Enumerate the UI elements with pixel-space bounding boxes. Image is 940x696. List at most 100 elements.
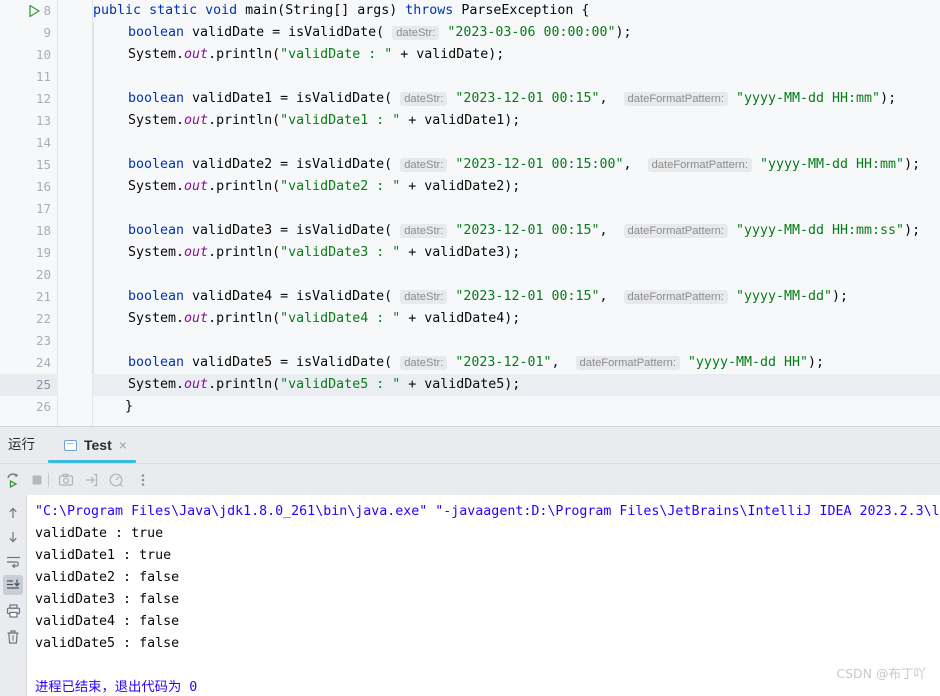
console-output[interactable]: "C:\Program Files\Java\jdk1.8.0_261\bin\… bbox=[26, 495, 940, 696]
code-token: out bbox=[184, 179, 209, 194]
code-line[interactable]: System.out.println("validDate : " + vali… bbox=[93, 44, 940, 66]
editor-line-number[interactable]: 24 bbox=[0, 352, 57, 374]
code-line[interactable]: System.out.println("validDate4 : " + val… bbox=[93, 308, 940, 330]
editor-line-number[interactable]: 9 bbox=[0, 22, 57, 44]
scroll-down-button[interactable] bbox=[3, 527, 23, 547]
code-token: out bbox=[184, 113, 209, 128]
editor-line-number[interactable]: 23 bbox=[0, 330, 57, 352]
code-line[interactable]: boolean validDate3 = isValidDate( dateSt… bbox=[93, 220, 940, 242]
code-token: ); bbox=[904, 223, 921, 238]
toolbar-separator bbox=[48, 473, 49, 487]
editor-line-number[interactable]: 15 bbox=[0, 154, 57, 176]
code-line[interactable] bbox=[93, 198, 940, 220]
code-token: System. bbox=[128, 311, 185, 326]
code-token: ); bbox=[880, 91, 897, 106]
code-line[interactable]: boolean validDate = isValidDate( dateStr… bbox=[93, 22, 940, 44]
parameter-hint: dateFormatPattern: bbox=[647, 158, 752, 172]
editor-line-number-gutter[interactable]: 8 9 10 11 12 13 14 15 16 17 18 19 20 21 22 23 24 25 26 bbox=[0, 0, 58, 426]
code-token: ); bbox=[904, 157, 921, 172]
code-line[interactable]: System.out.println("validDate3 : " + val… bbox=[93, 242, 940, 264]
code-token: out bbox=[184, 311, 209, 326]
code-token: boolean bbox=[128, 25, 185, 40]
code-line[interactable]: boolean validDate4 = isValidDate( dateSt… bbox=[93, 286, 940, 308]
code-token: static bbox=[149, 3, 198, 18]
code-line[interactable]: System.out.println("validDate1 : " + val… bbox=[93, 110, 940, 132]
gauge-icon bbox=[108, 472, 124, 488]
stop-button[interactable] bbox=[26, 469, 48, 491]
code-token: void bbox=[205, 3, 238, 18]
code-line[interactable]: boolean validDate5 = isValidDate( dateSt… bbox=[93, 352, 940, 374]
close-icon[interactable]: × bbox=[119, 438, 127, 452]
console-line: "C:\Program Files\Java\jdk1.8.0_261\bin\… bbox=[35, 504, 940, 519]
console-line: validDate4 : false bbox=[35, 614, 180, 629]
code-line[interactable]: } bbox=[93, 396, 940, 418]
run-tab-test[interactable]: Test × bbox=[54, 427, 137, 463]
editor-line-number[interactable]: 19 bbox=[0, 242, 57, 264]
clear-all-button[interactable] bbox=[3, 627, 23, 647]
rerun-icon bbox=[5, 472, 21, 488]
code-token: .println( bbox=[208, 377, 281, 392]
editor-line-number[interactable]: 26 bbox=[0, 396, 57, 418]
code-token: + validDate4); bbox=[400, 311, 521, 326]
code-token: .println( bbox=[208, 311, 281, 326]
class-file-icon bbox=[64, 439, 77, 452]
scroll-up-button[interactable] bbox=[3, 503, 23, 523]
editor-code-area[interactable]: public static void main(String[] args) t… bbox=[93, 0, 940, 426]
editor-line-number[interactable]: 10 bbox=[0, 44, 57, 66]
editor-line-number[interactable]: 12 bbox=[0, 88, 57, 110]
code-line[interactable]: System.out.println("validDate5 : " + val… bbox=[93, 374, 940, 396]
code-token: "validDate4 : " bbox=[280, 311, 401, 326]
scroll-to-end-icon bbox=[6, 578, 21, 592]
code-line[interactable]: System.out.println("validDate2 : " + val… bbox=[93, 176, 940, 198]
editor-line-number[interactable]: 22 bbox=[0, 308, 57, 330]
parameter-hint: dateFormatPattern: bbox=[623, 290, 728, 304]
scroll-to-end-button[interactable] bbox=[3, 575, 23, 595]
profiler-button[interactable] bbox=[105, 469, 127, 491]
soft-wrap-button[interactable] bbox=[3, 551, 23, 571]
code-token: System. bbox=[128, 377, 185, 392]
code-token: boolean bbox=[128, 223, 185, 238]
code-token: .println( bbox=[208, 245, 281, 260]
editor-line-number[interactable]: 16 bbox=[0, 176, 57, 198]
editor-line-number[interactable]: 18 bbox=[0, 220, 57, 242]
parameter-hint: dateStr: bbox=[400, 356, 448, 370]
arrow-down-icon bbox=[6, 530, 20, 544]
editor-line-number[interactable]: 17 bbox=[0, 198, 57, 220]
editor-line-number[interactable]: 20 bbox=[0, 264, 57, 286]
run-window-toolbar bbox=[0, 463, 940, 495]
code-token: System. bbox=[128, 47, 185, 62]
print-button[interactable] bbox=[3, 601, 23, 621]
thread-dump-button[interactable] bbox=[80, 469, 102, 491]
rerun-button[interactable] bbox=[2, 469, 24, 491]
more-options-button[interactable] bbox=[132, 469, 154, 491]
export-icon bbox=[83, 472, 99, 488]
code-token: "2023-12-01 00:15" bbox=[455, 223, 600, 238]
editor-line-number[interactable]: 13 bbox=[0, 110, 57, 132]
screenshot-button[interactable] bbox=[55, 469, 77, 491]
code-line[interactable] bbox=[93, 132, 940, 154]
editor-line-number[interactable]: 25 bbox=[0, 374, 57, 396]
code-token: validDate2 = isValidDate( bbox=[184, 157, 401, 172]
code-token: "validDate1 : " bbox=[280, 113, 401, 128]
editor-line-number[interactable]: 11 bbox=[0, 66, 57, 88]
code-line[interactable]: public static void main(String[] args) t… bbox=[93, 0, 940, 22]
code-token: "yyyy-MM-dd HH" bbox=[687, 355, 809, 370]
run-method-gutter-icon[interactable] bbox=[26, 0, 42, 22]
run-window-header: 运行 Test × bbox=[0, 427, 940, 463]
code-line[interactable]: boolean validDate2 = isValidDate( dateSt… bbox=[93, 154, 940, 176]
code-line[interactable] bbox=[93, 330, 940, 352]
code-token: ); bbox=[832, 289, 849, 304]
code-line[interactable]: boolean validDate1 = isValidDate( dateSt… bbox=[93, 88, 940, 110]
editor-line-number[interactable]: 14 bbox=[0, 132, 57, 154]
editor-fold-gutter[interactable] bbox=[58, 0, 93, 426]
code-line[interactable] bbox=[93, 66, 940, 88]
code-editor[interactable]: 8 9 10 11 12 13 14 15 16 17 18 19 20 21 22 23 24 25 26 pub… bbox=[0, 0, 940, 426]
code-line[interactable] bbox=[93, 264, 940, 286]
console-line: validDate1 : true bbox=[35, 548, 172, 563]
code-token: , bbox=[599, 223, 624, 238]
editor-line-number[interactable]: 21 bbox=[0, 286, 57, 308]
code-token: + validDate); bbox=[392, 47, 505, 62]
